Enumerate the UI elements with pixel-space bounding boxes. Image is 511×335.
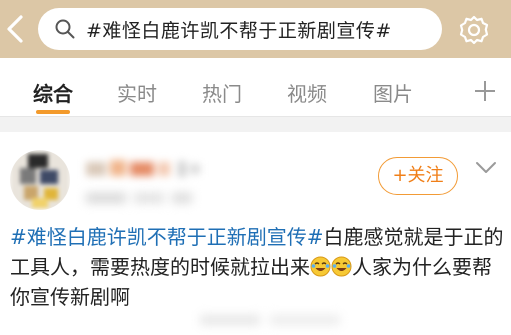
tab-images[interactable]: 图片 xyxy=(373,78,413,107)
crying-laughing-emoji-icon xyxy=(331,256,352,277)
back-arrow-icon[interactable] xyxy=(4,14,28,44)
crying-laughing-emoji-icon xyxy=(310,256,331,277)
chevron-down-icon[interactable] xyxy=(474,160,498,176)
search-icon xyxy=(55,19,75,39)
settings-gear-icon[interactable] xyxy=(454,10,494,50)
search-query-text: #难怪白鹿许凯不帮于正新剧宣传# xyxy=(86,20,392,42)
avatar[interactable] xyxy=(10,150,70,210)
hashtag-link[interactable]: #难怪白鹿许凯不帮于正新剧宣传# xyxy=(10,225,324,249)
tab-hot[interactable]: 热门 xyxy=(202,78,242,107)
follow-button[interactable]: +关注 xyxy=(378,157,458,195)
redacted-content xyxy=(200,312,350,326)
search-bar[interactable]: #难怪白鹿许凯不帮于正新剧宣传# xyxy=(38,8,442,50)
post-text: #难怪白鹿许凯不帮于正新剧宣传#白鹿感觉就是于正的工具人，需要热度的时候就拉出来… xyxy=(10,222,505,312)
post-meta-redacted xyxy=(86,190,196,204)
active-tab-indicator xyxy=(36,110,70,114)
username-redacted xyxy=(86,158,206,180)
tab-video[interactable]: 视频 xyxy=(287,78,327,107)
tab-comprehensive[interactable]: 综合 xyxy=(33,78,73,107)
header-bar: #难怪白鹿许凯不帮于正新剧宣传# xyxy=(0,0,511,58)
tab-realtime[interactable]: 实时 xyxy=(117,78,157,107)
section-divider xyxy=(0,117,511,132)
search-tabs: 综合 实时 热门 视频 图片 xyxy=(0,58,511,117)
add-tab-icon[interactable] xyxy=(474,80,496,102)
